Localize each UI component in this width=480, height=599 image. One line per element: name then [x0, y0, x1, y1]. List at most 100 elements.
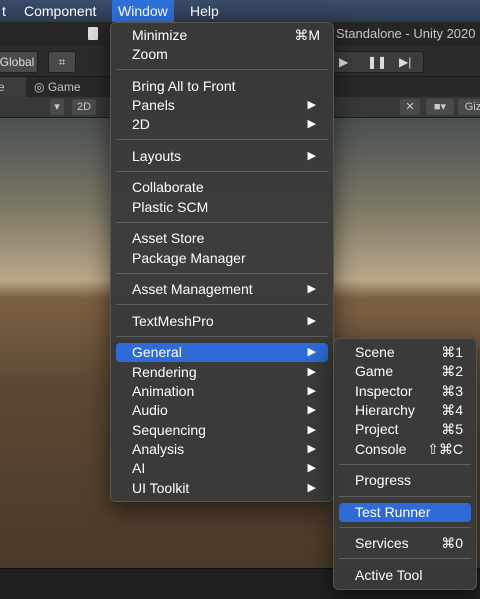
chevron-right-icon: ▶: [307, 346, 316, 358]
menu-item-label: Zoom: [132, 46, 168, 62]
menu-item-bring-all-to-front[interactable]: Bring All to Front: [116, 77, 328, 96]
menu-item-analysis[interactable]: Analysis ▶: [116, 440, 328, 459]
general-submenu: Scene ⌘1 Game ⌘2 Inspector ⌘3 Hierarchy …: [333, 338, 477, 590]
shortcut-label: ⌘2: [441, 363, 463, 379]
grid-snap-button[interactable]: ⌗: [48, 51, 76, 73]
chevron-right-icon: ▶: [307, 385, 316, 397]
menu-item-ai[interactable]: AI ▶: [116, 459, 328, 478]
tools-icon[interactable]: ✕: [400, 99, 420, 115]
menu-item-label: Animation: [132, 383, 195, 399]
shading-dropdown[interactable]: ▾: [50, 99, 64, 115]
menu-item-label: Scene: [355, 344, 395, 360]
menu-item-label: Project: [355, 421, 399, 437]
tab-scene[interactable]: e: [0, 77, 26, 97]
submenu-item-project[interactable]: Project ⌘5: [339, 420, 471, 439]
menu-item-label: Services: [355, 535, 409, 551]
submenu-item-game[interactable]: Game ⌘2: [339, 362, 471, 381]
menu-item-minimize[interactable]: Minimize ⌘M: [116, 26, 328, 45]
submenu-item-hierarchy[interactable]: Hierarchy ⌘4: [339, 401, 471, 420]
menu-separator: [339, 464, 471, 465]
menu-item-plastic-scm[interactable]: Plastic SCM: [116, 198, 328, 217]
menu-item-ui-toolkit[interactable]: UI Toolkit ▶: [116, 479, 328, 498]
shortcut-label: ⇧⌘C: [427, 441, 463, 457]
2d-toggle[interactable]: 2D: [72, 99, 96, 115]
menu-edit[interactable]: t: [0, 0, 12, 22]
submenu-item-scene[interactable]: Scene ⌘1: [339, 343, 471, 362]
menu-item-label: Progress: [355, 472, 412, 488]
menu-item-label: TextMeshPro: [132, 313, 214, 329]
menu-item-label: Minimize: [132, 27, 188, 43]
submenu-item-active-tool[interactable]: Active Tool: [339, 566, 471, 585]
gamepad-icon: ◎: [34, 80, 48, 94]
menu-item-textmeshpro[interactable]: TextMeshPro ▶: [116, 312, 328, 331]
menu-item-label: Game: [355, 363, 394, 379]
menu-separator: [116, 69, 328, 70]
gizmos-dropdown[interactable]: Giz: [458, 99, 480, 115]
menu-item-asset-management[interactable]: Asset Management ▶: [116, 280, 328, 299]
tab-game-label: Game: [47, 80, 81, 94]
chevron-right-icon: ▶: [307, 150, 316, 162]
menu-item-panels[interactable]: Panels ▶: [116, 96, 328, 115]
play-controls: ▶ ❚❚ ▶|: [330, 51, 424, 73]
menu-item-collaborate[interactable]: Collaborate: [116, 178, 328, 197]
submenu-item-services[interactable]: Services ⌘0: [339, 534, 471, 553]
menu-separator: [116, 171, 328, 172]
chevron-right-icon: ▶: [307, 99, 316, 111]
window-menu: Minimize ⌘M Zoom Bring All to Front Pane…: [110, 22, 334, 502]
pivot-global-toggle[interactable]: Global: [0, 51, 38, 73]
menu-item-audio[interactable]: Audio ▶: [116, 401, 328, 420]
menu-item-label: Analysis: [132, 441, 185, 457]
menu-item-layouts[interactable]: Layouts ▶: [116, 147, 328, 166]
grid-icon: ⌗: [58, 55, 66, 69]
menu-item-label: Package Manager: [132, 250, 246, 266]
chevron-right-icon: ▶: [307, 482, 316, 494]
menu-item-rendering[interactable]: Rendering ▶: [116, 363, 328, 382]
menu-item-animation[interactable]: Animation ▶: [116, 382, 328, 401]
window-title: Standalone - Unity 2020: [336, 26, 476, 41]
shortcut-label: ⌘3: [441, 383, 463, 399]
menu-item-package-manager[interactable]: Package Manager: [116, 249, 328, 268]
menu-separator: [339, 558, 471, 559]
menu-item-label: Rendering: [132, 364, 197, 380]
menu-item-label: Collaborate: [132, 179, 204, 195]
menu-item-sequencing[interactable]: Sequencing ▶: [116, 421, 328, 440]
tab-game[interactable]: ◎ Game: [28, 77, 87, 97]
menu-separator: [116, 336, 328, 337]
play-icon[interactable]: ▶: [339, 52, 348, 72]
menu-window[interactable]: Window: [112, 0, 174, 22]
menu-help[interactable]: Help: [184, 0, 225, 22]
menu-bar: t Component Window Help: [0, 0, 480, 22]
menu-item-label: Panels: [132, 97, 175, 113]
submenu-item-test-runner[interactable]: Test Runner: [339, 503, 471, 522]
menu-component[interactable]: Component: [18, 0, 102, 22]
pause-icon[interactable]: ❚❚: [367, 52, 387, 72]
menu-separator: [116, 304, 328, 305]
menu-separator: [339, 527, 471, 528]
shortcut-label: ⌘1: [441, 344, 463, 360]
step-icon[interactable]: ▶|: [399, 52, 411, 72]
menu-item-asset-store[interactable]: Asset Store: [116, 229, 328, 248]
menu-item-label: Plastic SCM: [132, 199, 209, 215]
chevron-right-icon: ▶: [307, 283, 316, 295]
menu-item-label: 2D: [132, 116, 150, 132]
menu-separator: [116, 273, 328, 274]
menu-item-label: Layouts: [132, 148, 182, 164]
submenu-item-progress[interactable]: Progress: [339, 471, 471, 490]
menu-item-zoom[interactable]: Zoom: [116, 45, 328, 64]
shortcut-label: ⌘5: [441, 421, 463, 437]
submenu-item-console[interactable]: Console ⇧⌘C: [339, 440, 471, 459]
menu-item-label: Asset Management: [132, 281, 253, 297]
menu-item-label: UI Toolkit: [132, 480, 190, 496]
menu-item-2d[interactable]: 2D ▶: [116, 115, 328, 134]
menu-item-label: Audio: [132, 402, 168, 418]
submenu-item-inspector[interactable]: Inspector ⌘3: [339, 382, 471, 401]
chevron-right-icon: ▶: [307, 443, 316, 455]
camera-icon[interactable]: ■▾: [426, 99, 454, 115]
menu-separator: [116, 139, 328, 140]
menu-item-label: Active Tool: [355, 567, 423, 583]
menu-item-label: AI: [132, 460, 146, 476]
menu-item-general[interactable]: General ▶: [116, 343, 328, 362]
menu-item-label: Hierarchy: [355, 402, 415, 418]
menu-separator: [116, 222, 328, 223]
document-icon: [88, 27, 98, 40]
